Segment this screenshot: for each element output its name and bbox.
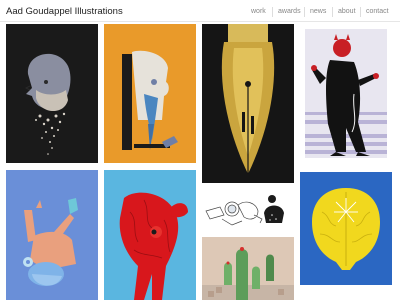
tile-brain[interactable] xyxy=(300,172,392,285)
site-header: Aad Goudappel Illustrations work awards … xyxy=(0,0,400,22)
nav-divider xyxy=(272,7,273,17)
header-divider xyxy=(0,21,400,22)
pen-nib-illustration xyxy=(221,24,275,174)
tile-astronaut[interactable] xyxy=(202,189,294,231)
nav-divider xyxy=(304,7,305,17)
nav-divider xyxy=(332,7,333,17)
tile-bald-man[interactable] xyxy=(6,24,98,163)
red-figure-illustration xyxy=(119,192,188,300)
brain-illustration xyxy=(312,188,380,270)
astronaut-illustration xyxy=(205,195,284,226)
nav-news[interactable]: news xyxy=(310,8,326,15)
nav-divider xyxy=(360,7,361,17)
tile-devil[interactable] xyxy=(300,24,392,163)
ice-cream-illustration xyxy=(122,50,178,150)
nav-about[interactable]: about xyxy=(338,8,356,15)
tile-falling-figure[interactable] xyxy=(6,170,98,300)
tile-pen-nib[interactable] xyxy=(202,24,294,183)
tile-red-figure[interactable] xyxy=(104,170,196,300)
nav-work[interactable]: work xyxy=(251,8,266,15)
site-title[interactable]: Aad Goudappel Illustrations xyxy=(6,6,123,17)
nav-awards[interactable]: awards xyxy=(278,8,301,15)
tile-cactus[interactable] xyxy=(202,237,294,300)
falling-figure-illustration xyxy=(23,198,78,286)
cactus-illustration xyxy=(202,247,294,300)
nav-contact[interactable]: contact xyxy=(366,8,389,15)
devil-illustration xyxy=(305,29,387,158)
tile-ice-cream[interactable] xyxy=(104,24,196,163)
bald-man-illustration xyxy=(24,53,71,155)
